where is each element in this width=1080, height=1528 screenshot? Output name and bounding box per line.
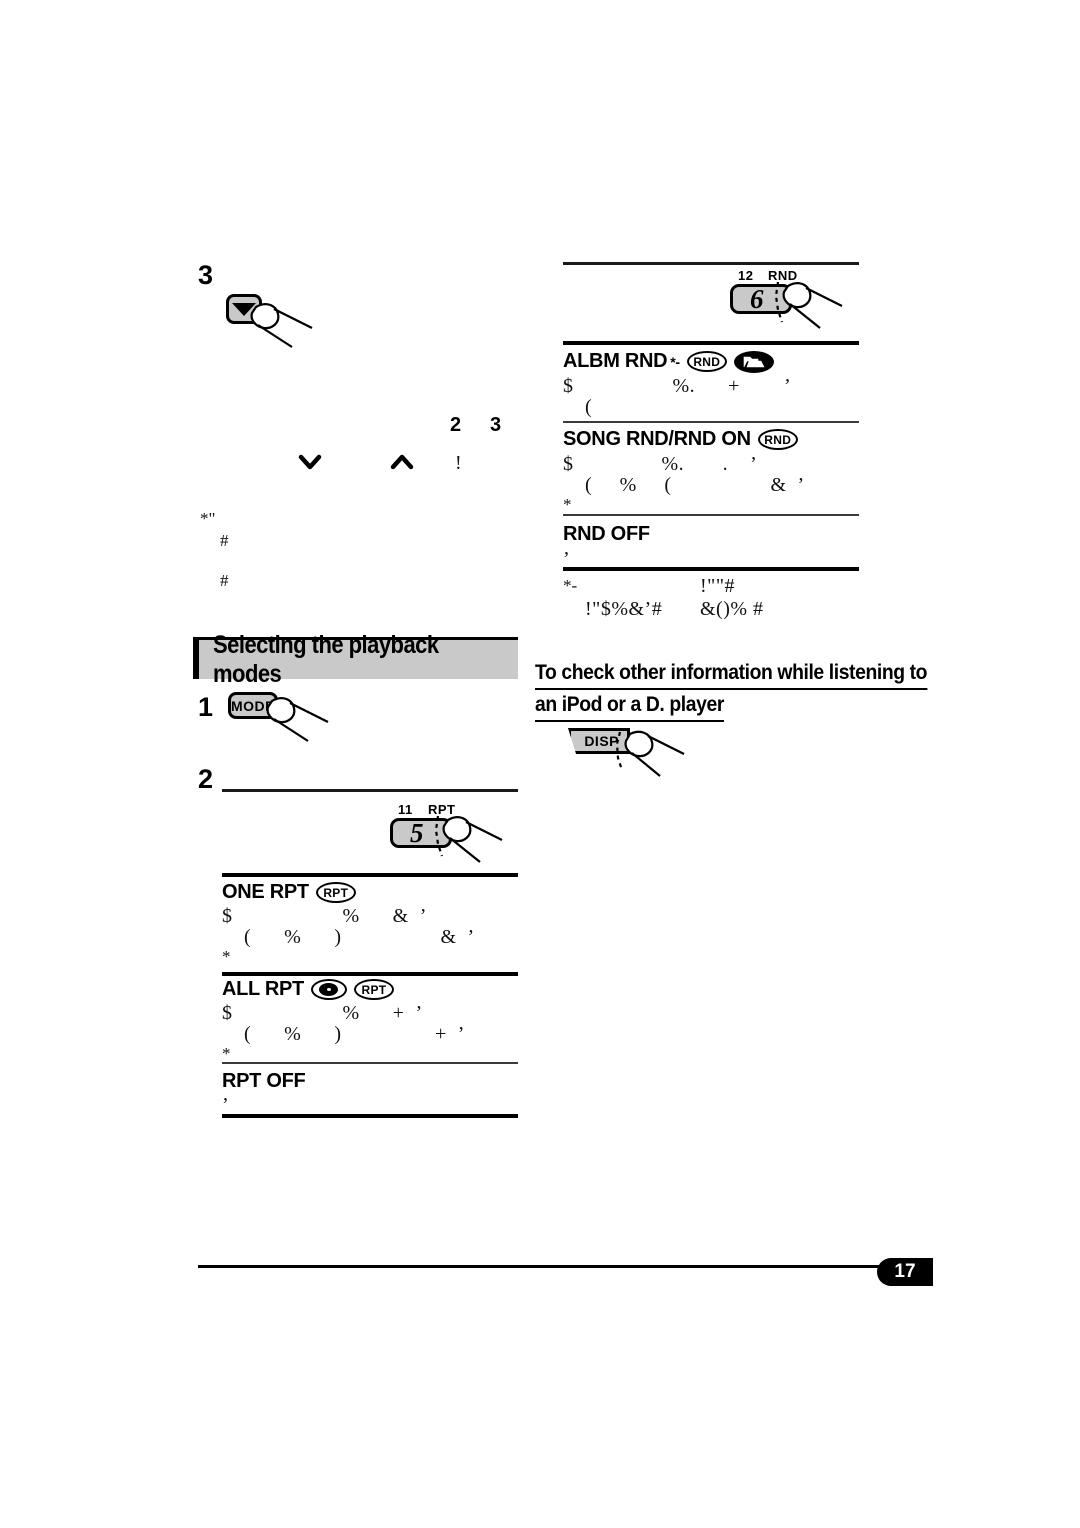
triangle-down-icon (232, 302, 256, 316)
rnd-oval-icon: RND (686, 351, 727, 372)
rpt-oval-icon: RPT (353, 979, 394, 1000)
footnote-line-2-left: !"$%&’# (585, 598, 663, 620)
bullet-marker-1: # (220, 531, 229, 550)
mode-button[interactable]: MODE (228, 692, 278, 719)
inline-glyph-mark: ! (455, 452, 463, 474)
chevron-down-icon (298, 454, 322, 470)
divider-left-3 (222, 972, 518, 976)
mode-desc-footnote: * (563, 495, 572, 514)
mode-label-song-rnd: SONG RND/RND ON RND (563, 428, 798, 451)
preset-number-label: 11 (398, 802, 413, 817)
footnote-line-2-right: &()% # (700, 598, 764, 620)
divider-right-5 (563, 567, 859, 571)
divider-right-3 (563, 421, 859, 423)
divider-left-5 (222, 1114, 518, 1118)
mode-desc-line-2: ( % ) & ’ (222, 926, 475, 948)
number-button-6[interactable]: 6 (730, 284, 792, 314)
mode-label-albm-rnd: ALBM RND *- RND (563, 350, 774, 373)
section-title: Selecting the playback modes (213, 630, 439, 688)
mode-name-text: SONG RND/RND ON (563, 428, 751, 450)
page-number-badge: 17 (877, 1258, 933, 1286)
disc-oval-icon (310, 979, 347, 1000)
mode-label-rpt-off: RPT OFF (222, 1070, 306, 1093)
step-number-2: 2 (198, 764, 214, 794)
section-accent-bar (193, 640, 200, 679)
down-arrow-button[interactable] (226, 294, 262, 324)
disc-glyph-icon (319, 983, 339, 996)
mode-label-one-rpt: ONE RPT RPT (222, 881, 356, 904)
divider-right-4 (563, 514, 859, 516)
mode-button-illustration[interactable]: MODE (228, 692, 338, 748)
bullet-marker-2: # (220, 571, 229, 590)
rpt-indicator-label: RPT (428, 802, 456, 817)
divider-right-2 (563, 341, 859, 345)
divider-left-1 (222, 789, 518, 792)
folder-oval-icon (733, 350, 774, 373)
mode-name-text: ALBM RND (563, 350, 668, 372)
footer-divider (198, 1265, 898, 1268)
rpt-oval-icon: RPT (315, 882, 356, 903)
step-number-1: 1 (198, 692, 214, 722)
divider-left-2 (222, 873, 518, 877)
mode-name-text: ALL RPT (222, 978, 304, 1000)
mode-name-text: ONE RPT (222, 881, 309, 903)
mode-desc-line-1: $ %. + ’ (563, 375, 792, 397)
subheading-line-1: To check other information while listeni… (535, 658, 928, 690)
divider-right-1 (563, 262, 859, 265)
folder-icon (743, 356, 765, 367)
section-header-playback-modes: Selecting the playback modes (193, 631, 518, 688)
preset-5-display-illustration[interactable]: 11 RPT 5 (390, 802, 520, 864)
disp-button-illustration[interactable]: DISP (568, 728, 688, 782)
divider-left-4 (222, 1062, 518, 1064)
footnote-marker-right: *- (563, 576, 578, 595)
rnd-indicator-label: RND (768, 268, 798, 283)
mode-desc-line-2: ( (563, 396, 593, 418)
reference-number-3: 3 (490, 414, 502, 436)
mode-desc-footnote: * (222, 947, 231, 966)
number-button-5[interactable]: 5 (390, 818, 452, 848)
mode-name-text: RPT OFF (222, 1070, 306, 1092)
mode-label-all-rpt: ALL RPT RPT (222, 978, 394, 1001)
footnote-marker-left: *" (200, 509, 216, 528)
chevron-up-icon (390, 454, 414, 470)
mode-desc-line-2: ( % ( & ’ (563, 474, 805, 496)
down-arrow-button-illustration[interactable] (226, 294, 336, 352)
mode-superscript: *- (670, 353, 680, 370)
mode-label-rnd-off: RND OFF (563, 523, 650, 546)
manual-page: 3 2 3 ! *" # # Selecting the playback mo… (0, 0, 1080, 1528)
subheading-line-2: an iPod or a D. player (535, 690, 724, 722)
step-number-3: 3 (198, 260, 214, 290)
mode-desc-line-2: ( % ) + ’ (222, 1023, 465, 1045)
reference-number-2: 2 (450, 414, 462, 436)
preset-number-label: 12 (738, 268, 754, 283)
rnd-oval-icon: RND (757, 429, 798, 450)
subheading-check-other-information: To check other information while listeni… (535, 658, 928, 722)
disp-button[interactable]: DISP (568, 728, 630, 754)
mode-name-text: RND OFF (563, 523, 650, 545)
preset-6-display-illustration[interactable]: 12 RND 6 (730, 268, 865, 330)
